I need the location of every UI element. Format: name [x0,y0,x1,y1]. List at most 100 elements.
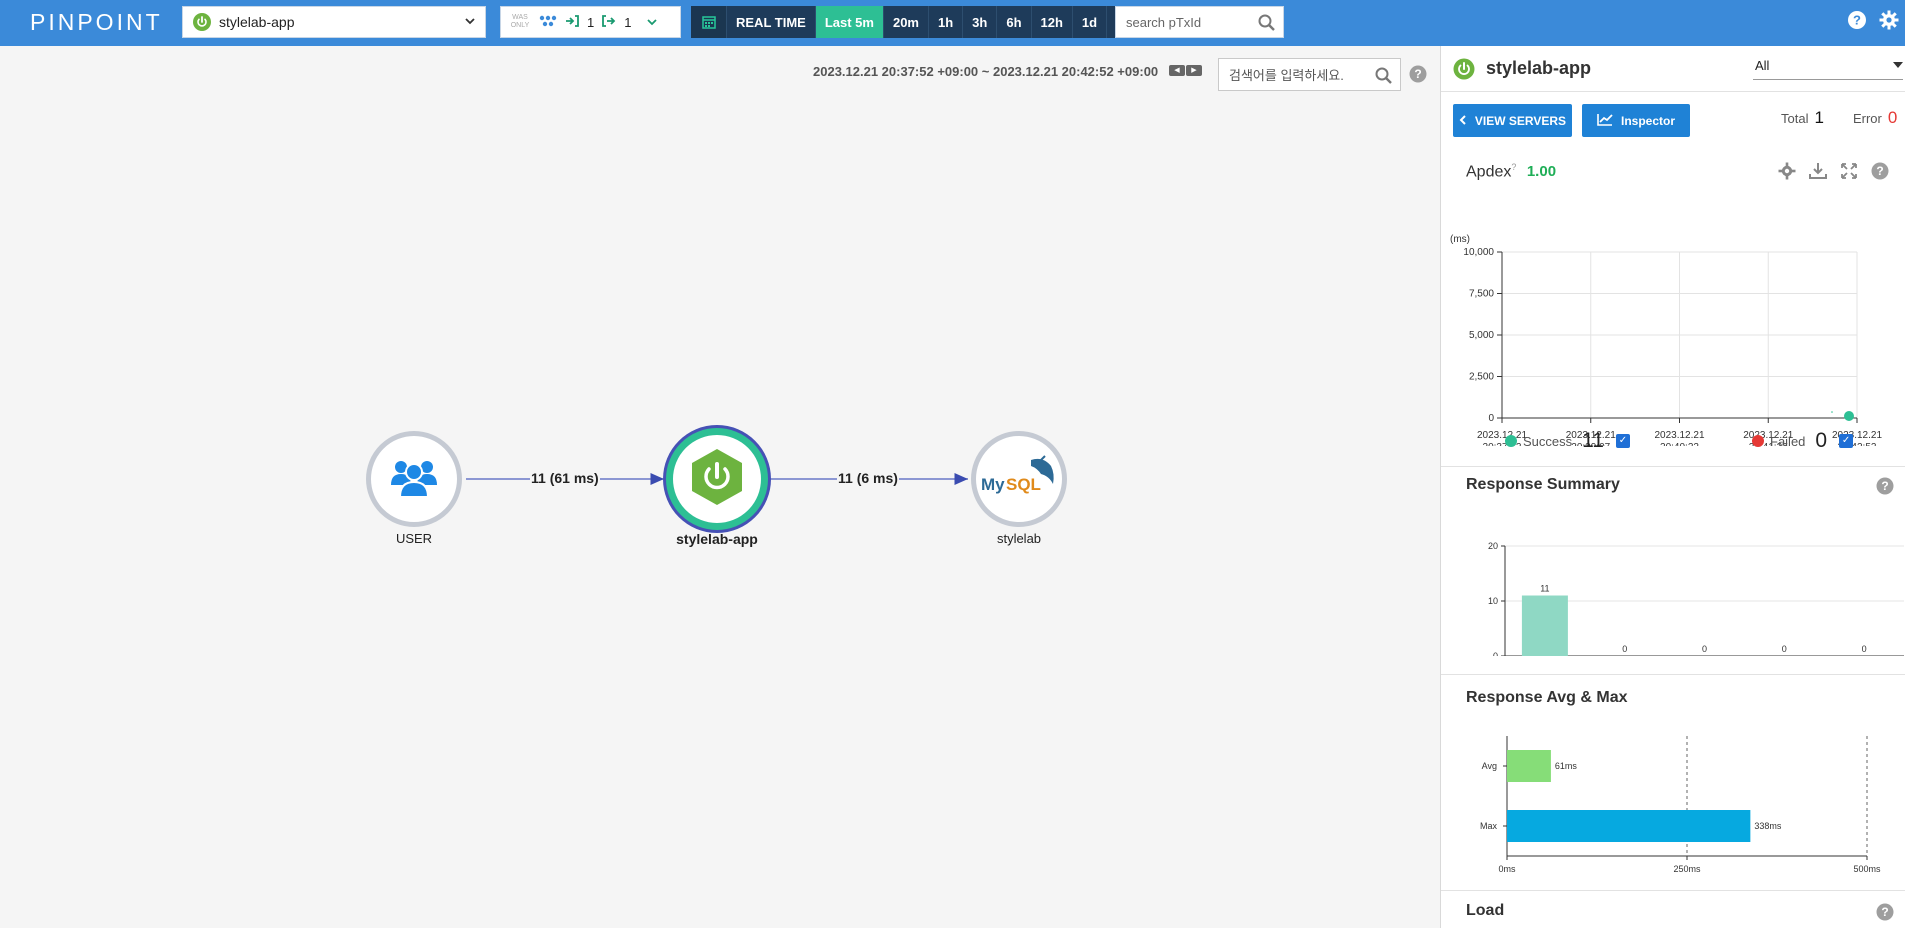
range-1d-button[interactable]: 1d [1073,6,1108,38]
real-time-button[interactable]: REAL TIME [727,6,816,38]
user-node-label: USER [395,531,433,546]
search-icon[interactable] [1258,14,1275,34]
previous-range-icon[interactable]: ◀ [1169,65,1185,76]
calendar-icon[interactable] [691,6,727,38]
user-node[interactable] [366,431,462,527]
summary-value-label: 0 [1622,644,1627,654]
help-icon[interactable]: ? [1876,903,1894,926]
panel-header: stylelab-app All [1441,46,1905,92]
total-label: Total [1781,111,1809,126]
mysql-node[interactable]: My SQL [971,431,1067,527]
failed-count: 0 [1815,429,1828,452]
svg-text:?: ? [1853,13,1861,28]
success-checkbox[interactable]: ✓ [1615,434,1630,448]
agent-filter-select[interactable]: All [1753,58,1903,80]
divider [1441,466,1905,467]
failed-checkbox[interactable]: ✓ [1839,434,1854,448]
scatter-y-tick-label: 2,500 [1469,372,1494,383]
edge-label-app-to-mysql[interactable]: 11 (6 ms) [837,470,899,486]
info-panel: stylelab-app All VIEW SERVERS Inspector … [1440,46,1905,928]
range-12h-button[interactable]: 12h [1032,6,1073,38]
summary-value-label: 0 [1862,644,1867,654]
spring-boot-icon [689,447,745,512]
map-search-box[interactable]: 검색어를 입력하세요. [1218,58,1401,91]
summary-y-tick-label: 10 [1488,596,1498,606]
load-title: Load [1466,902,1505,919]
server-map-filter[interactable]: WAS ONLY 1 1 [500,6,681,38]
next-range-icon[interactable]: ▶ [1186,65,1202,76]
outbound-depth: 1 [624,14,632,30]
apdex-label: Apdex? 1.00 [1466,162,1557,181]
summary-value-label: 0 [1702,644,1707,654]
scatter-unit-label: (ms) [1450,234,1470,245]
failed-legend[interactable]: Failed 0 ✓ [1752,429,1854,453]
view-servers-button[interactable]: VIEW SERVERS [1453,104,1572,137]
application-name: stylelab-app [219,14,295,30]
avgmax-category-label: Max [1480,821,1498,831]
application-node[interactable] [666,428,768,530]
scatter-y-tick-label: 5,000 [1469,330,1494,341]
last-5m-button[interactable]: Last 5m [815,6,884,38]
spring-app-icon [1453,58,1475,85]
inspector-button[interactable]: Inspector [1582,104,1690,137]
success-label: Success [1523,433,1573,449]
response-summary-chart[interactable]: 01020111s03s05s0Slow0Error [1441,516,1905,656]
apdex-value: 1.00 [1526,163,1557,181]
inbound-depth: 1 [587,14,595,30]
error-label: Error [1852,111,1882,126]
scatter-y-tick-label: 7,500 [1469,289,1494,300]
top-right-tools: ? [1847,10,1899,35]
transaction-id-search-input[interactable]: search pTxId [1126,15,1201,30]
scatter-toolbar: ? [1778,162,1889,185]
pinpoint-logo[interactable]: PINPOINT [30,9,163,36]
avgmax-x-tick-label: 0ms [1498,864,1516,872]
range-20m-button[interactable]: 20m [884,6,929,38]
application-node-label: stylelab-app [676,531,758,547]
time-range-navigation[interactable]: ◀ ▶ [1169,65,1202,76]
map-search-input[interactable]: 검색어를 입력하세요. [1229,65,1344,84]
range-3h-button[interactable]: 3h [963,6,998,38]
scatter-y-tick-label: 10,000 [1463,247,1494,258]
help-icon[interactable]: ? [1876,477,1894,500]
divider [1441,890,1905,891]
mysql-node-label: stylelab [996,531,1042,546]
time-range-bar: REAL TIME Last 5m 20m 1h 3h 6h 12h 1d 2d [691,6,1142,38]
avgmax-value-label: 61ms [1555,761,1578,771]
chevron-left-icon [1459,114,1467,128]
gear-icon[interactable] [1879,10,1899,35]
avgmax-x-tick-label: 250ms [1673,864,1701,872]
spring-app-icon [193,13,211,31]
divider [1441,674,1905,675]
svg-text:My: My [981,475,1005,494]
svg-text:?: ? [1414,67,1421,81]
summary-value-label: 11 [1540,584,1549,594]
range-6h-button[interactable]: 6h [997,6,1032,38]
search-icon[interactable] [1375,67,1392,87]
transaction-id-search[interactable]: search pTxId [1115,6,1284,38]
help-icon[interactable]: ? [1409,65,1427,88]
help-icon[interactable]: ? [1871,162,1889,185]
success-legend[interactable]: Success 11 ✓ [1505,429,1630,453]
chevron-down-icon [647,15,658,30]
edge-label-user-to-app[interactable]: 11 (61 ms) [530,470,600,486]
response-avg-max-title: Response Avg & Max [1466,689,1628,706]
server-map[interactable]: 2023.12.21 20:37:52 +09:00 ~ 2023.12.21 … [0,46,1440,928]
summary-y-tick-label: 0 [1493,651,1498,656]
panel-title: stylelab-app [1486,58,1592,78]
chevron-down-icon [465,15,475,29]
help-icon[interactable]: ? [1847,10,1867,35]
expand-icon[interactable] [1840,162,1858,185]
failed-label: Failed [1770,433,1806,449]
inbound-icon [565,14,579,30]
response-avg-max-chart[interactable]: 0ms 250ms 500ms 61ms Avg 338ms Max [1441,732,1905,872]
application-selector[interactable]: stylelab-app [182,6,486,38]
download-icon[interactable] [1809,162,1827,185]
scatter-point-success [1831,411,1833,413]
response-scatter-chart[interactable]: (ms) 10,000 7,500 5,000 2,500 0 2023.12.21 20… [1441,186,1905,446]
gear-icon[interactable] [1778,162,1796,185]
success-dot [1505,435,1517,447]
users-icon [389,455,439,504]
range-1h-button[interactable]: 1h [929,6,964,38]
avgmax-bar [1507,750,1551,782]
error-value: 0 [1887,108,1898,127]
